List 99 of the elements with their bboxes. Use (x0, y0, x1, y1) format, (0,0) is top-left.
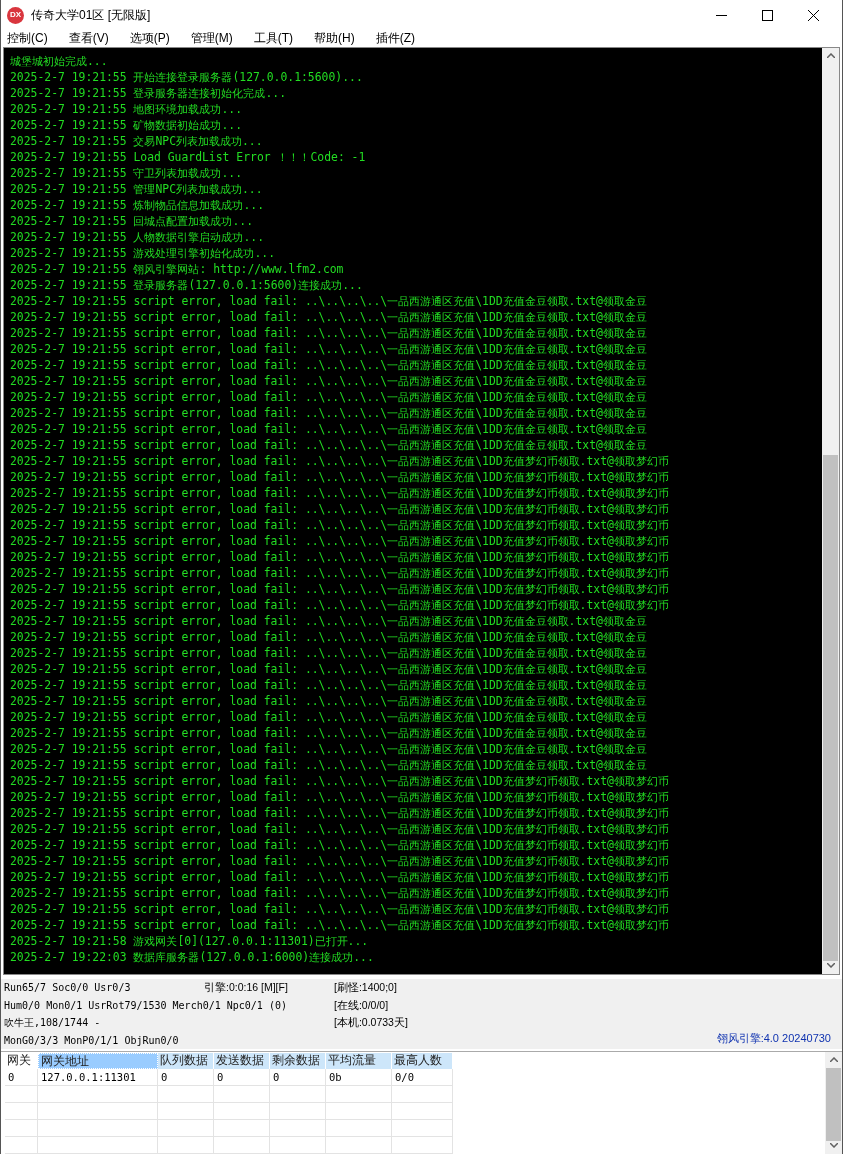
log-line: 2025-2-7 19:21:55 script error, load fail: ..\..\..\..\一品西游通区充值\1DD充值金豆领取.txt@领取金豆 (10, 645, 648, 661)
log-line: 2025-2-7 19:21:55 人物数据引擎启动成功... (10, 229, 265, 245)
log-line: 2025-2-7 19:21:55 炼制物品信息加载成功... (10, 197, 265, 213)
status-text: MonG0/3/3 MonP0/1/1 ObjRun0/0 (4, 1033, 180, 1048)
scroll-thumb[interactable] (826, 1068, 841, 1141)
log-line: 2025-2-7 19:21:55 script error, load fail: ..\..\..\..\一品西游通区充值\1DD充值梦幻币领取.txt@领取梦幻币 (10, 917, 670, 933)
table-cell: 0b (326, 1069, 392, 1085)
log-line: 2025-2-7 19:21:55 script error, load fail: ..\..\..\..\一品西游通区充值\1DD充值金豆领取.txt@领取金豆 (10, 661, 648, 677)
log-line: 2025-2-7 19:21:55 script error, load fail: ..\..\..\..\一品西游通区充值\1DD充值金豆领取.txt@领取金豆 (10, 693, 648, 709)
window-title: 传奇大学01区 [无限版] (31, 7, 151, 24)
log-line: 2025-2-7 19:21:55 script error, load fail: ..\..\..\..\一品西游通区充值\1DD充值金豆领取.txt@领取金豆 (10, 405, 648, 421)
app-icon: DX (7, 6, 24, 24)
log-line: 2025-2-7 19:21:55 游戏处理引擎初始化成功... (10, 245, 276, 261)
table-cell: 0 (214, 1069, 270, 1085)
log-line: 2025-2-7 19:21:55 script error, load fail: ..\..\..\..\一品西游通区充值\1DD充值金豆领取.txt@领取金豆 (10, 389, 648, 405)
column-header[interactable]: 网关地址 (38, 1053, 158, 1069)
log-line: 2025-2-7 19:21:55 守卫列表加载成功... (10, 165, 243, 181)
minimize-icon (715, 14, 727, 16)
column-header[interactable]: 队列数据 (158, 1053, 214, 1069)
log-line: 2025-2-7 19:21:55 script error, load fail: ..\..\..\..\一品西游通区充值\1DD充值金豆领取.txt@领取金豆 (10, 677, 648, 693)
log-line: 2025-2-7 19:22:03 数据库服务器(127.0.0.1:6000)连接成功... (10, 949, 375, 965)
menu-item[interactable]: 工具(T) (249, 29, 297, 47)
status-text: 引擎:0:0:16 [M][F] (204, 980, 289, 996)
menu-item[interactable]: 帮助(H) (310, 29, 359, 47)
log-line: 2025-2-7 19:21:55 script error, load fail: ..\..\..\..\一品西游通区充值\1DD充值梦幻币领取.txt@领取梦幻币 (10, 453, 670, 469)
table-cell: 0 (270, 1069, 326, 1085)
log-line: 2025-2-7 19:21:55 矿物数据初始成功... (10, 117, 243, 133)
maximize-icon (761, 9, 773, 21)
log-line: 2025-2-7 19:21:55 script error, load fail: ..\..\..\..\一品西游通区充值\1DD充值梦幻币领取.txt@领取梦幻币 (10, 821, 670, 837)
scroll-down-icon[interactable] (829, 1143, 838, 1148)
log-line: 2025-2-7 19:21:55 script error, load fail: ..\..\..\..\一品西游通区充值\1DD充值梦幻币领取.txt@领取梦幻币 (10, 501, 670, 517)
column-header[interactable]: 最高人数 (392, 1053, 453, 1069)
log-line: 2025-2-7 19:21:55 script error, load fail: ..\..\..\..\一品西游通区充值\1DD充值金豆领取.txt@领取金豆 (10, 421, 648, 437)
version-label: 翎风引擎:4.0 20240730 (716, 1031, 832, 1046)
log-line: 2025-2-7 19:21:55 script error, load fail: ..\..\..\..\一品西游通区充值\1DD充值梦幻币领取.txt@领取梦幻币 (10, 901, 670, 917)
scrollbar[interactable] (825, 1052, 842, 1154)
log-line: 2025-2-7 19:21:55 script error, load fail: ..\..\..\..\一品西游通区充值\1DD充值金豆领取.txt@领取金豆 (10, 725, 648, 741)
log-line: 2025-2-7 19:21:55 地图环境加载成功... (10, 101, 243, 117)
log-line: 2025-2-7 19:21:55 script error, load fail: ..\..\..\..\一品西游通区充值\1DD充值金豆领取.txt@领取金豆 (10, 437, 648, 453)
log-line: 2025-2-7 19:21:55 管理NPC列表加载成功... (10, 181, 264, 197)
column-header[interactable]: 剩余数据 (270, 1053, 326, 1069)
scroll-thumb[interactable] (823, 455, 838, 962)
log-line: 2025-2-7 19:21:55 script error, load fail: ..\..\..\..\一品西游通区充值\1DD充值梦幻币领取.txt@领取梦幻币 (10, 789, 670, 805)
log-line: 2025-2-7 19:21:55 script error, load fail: ..\..\..\..\一品西游通区充值\1DD充值金豆领取.txt@领取金豆 (10, 373, 648, 389)
log-line: 2025-2-7 19:21:55 script error, load fail: ..\..\..\..\一品西游通区充值\1DD充值梦幻币领取.txt@领取梦幻币 (10, 805, 670, 821)
log-line: 2025-2-7 19:21:55 script error, load fail: ..\..\..\..\一品西游通区充值\1DD充值金豆领取.txt@领取金豆 (10, 709, 648, 725)
status-text: Run65/7 Soc0/0 Usr0/3 (4, 981, 132, 996)
log-line: 2025-2-7 19:21:55 script error, load fail: ..\..\..\..\一品西游通区充值\1DD充值金豆领取.txt@领取金豆 (10, 309, 648, 325)
log-line: 2025-2-7 19:21:55 script error, load fail: ..\..\..\..\一品西游通区充值\1DD充值金豆领取.txt@领取金豆 (10, 757, 648, 773)
log-line: 2025-2-7 19:21:55 script error, load fail: ..\..\..\..\一品西游通区充值\1DD充值金豆领取.txt@领取金豆 (10, 293, 648, 309)
scroll-up-icon[interactable] (826, 53, 835, 58)
status-text: [在线:0/0/0] (334, 997, 390, 1013)
table-cell: 0 (158, 1069, 214, 1085)
menu-item[interactable]: 管理(M) (186, 29, 237, 47)
table-cell: 0 (5, 1069, 38, 1085)
menu-item[interactable]: 选项(P) (125, 29, 174, 47)
log-line: 2025-2-7 19:21:55 script error, load fail: ..\..\..\..\一品西游通区充值\1DD充值梦幻币领取.txt@领取梦幻币 (10, 773, 670, 789)
status-text: [刷怪:1400;0] (334, 980, 398, 996)
menu-item[interactable]: 插件(Z) (371, 29, 419, 47)
column-header[interactable]: 发送数据 (214, 1053, 270, 1069)
log-line: 2025-2-7 19:21:55 script error, load fail: ..\..\..\..\一品西游通区充值\1DD充值梦幻币领取.txt@领取梦幻币 (10, 517, 670, 533)
menu-item[interactable]: 控制(C) (3, 29, 52, 47)
status-text: 吹牛王,108/1744 - (4, 1016, 102, 1031)
log-line: 2025-2-7 19:21:55 script error, load fail: ..\..\..\..\一品西游通区充值\1DD充值梦幻币领取.txt@领取梦幻币 (10, 885, 670, 901)
log-line: 2025-2-7 19:21:55 script error, load fail: ..\..\..\..\一品西游通区充值\1DD充值金豆领取.txt@领取金豆 (10, 741, 648, 757)
log-line: 2025-2-7 19:21:55 script error, load fail: ..\..\..\..\一品西游通区充值\1DD充值梦幻币领取.txt@领取梦幻币 (10, 837, 670, 853)
log-line: 2025-2-7 19:21:55 script error, load fail: ..\..\..\..\一品西游通区充值\1DD充值梦幻币领取.txt@领取梦幻币 (10, 581, 670, 597)
table-cell: 0/0 (392, 1069, 453, 1085)
log-line: 2025-2-7 19:21:55 开始连接登录服务器(127.0.0.1:5600)... (10, 69, 364, 85)
log-line: 2025-2-7 19:21:58 游戏网关[0](127.0.0.1:11301)已打开... (10, 933, 370, 949)
log-line: 2025-2-7 19:21:55 script error, load fail: ..\..\..\..\一品西游通区充值\1DD充值梦幻币领取.txt@领取梦幻币 (10, 469, 670, 485)
scroll-down-icon[interactable] (826, 963, 835, 969)
log-line: 2025-2-7 19:21:55 script error, load fail: ..\..\..\..\一品西游通区充值\1DD充值梦幻币领取.txt@领取梦幻币 (10, 597, 670, 613)
log-line: 2025-2-7 19:21:55 script error, load fail: ..\..\..\..\一品西游通区充值\1DD充值金豆领取.txt@领取金豆 (10, 341, 648, 357)
log-line: 2025-2-7 19:21:55 script error, load fail: ..\..\..\..\一品西游通区充值\1DD充值金豆领取.txt@领取金豆 (10, 629, 648, 645)
status-text: Hum0/0 Mon0/1 UsrRot79/1530 Merch0/1 Npc0/1 (0) (4, 998, 288, 1013)
log-line: 2025-2-7 19:21:55 交易NPC列表加载成功... (10, 133, 264, 149)
log-line: 2025-2-7 19:21:55 script error, load fail: ..\..\..\..\一品西游通区充值\1DD充值金豆领取.txt@领取金豆 (10, 325, 648, 341)
log-line: 2025-2-7 19:21:55 script error, load fail: ..\..\..\..\一品西游通区充值\1DD充值金豆领取.txt@领取金豆 (10, 357, 648, 373)
log-line: 2025-2-7 19:21:55 翎风引擎网站: http://www.lfm2.com (10, 261, 345, 277)
log-line: 2025-2-7 19:21:55 script error, load fail: ..\..\..\..\一品西游通区充值\1DD充值梦幻币领取.txt@领取梦幻币 (10, 549, 670, 565)
log-line: 2025-2-7 19:21:55 script error, load fail: ..\..\..\..\一品西游通区充值\1DD充值梦幻币领取.txt@领取梦幻币 (10, 533, 670, 549)
scroll-up-icon[interactable] (829, 1057, 838, 1062)
log-line: 2025-2-7 19:21:55 script error, load fail: ..\..\..\..\一品西游通区充值\1DD充值梦幻币领取.txt@领取梦幻币 (10, 853, 670, 869)
log-line: 2025-2-7 19:21:55 登录服务器(127.0.0.1:5600)连接成功... (10, 277, 364, 293)
scrollbar[interactable] (822, 48, 839, 975)
status-text: [本机:0.0733天] (334, 1015, 409, 1031)
table-cell: 127.0.0.1:11301 (38, 1069, 158, 1085)
log-line: 2025-2-7 19:21:55 script error, load fail: ..\..\..\..\一品西游通区充值\1DD充值梦幻币领取.txt@领取梦幻币 (10, 485, 670, 501)
column-header[interactable]: 平均流量 (326, 1053, 392, 1069)
log-line: 2025-2-7 19:21:55 回城点配置加载成功... (10, 213, 254, 229)
log-line: 2025-2-7 19:21:55 script error, load fail: ..\..\..\..\一品西游通区充值\1DD充值梦幻币领取.txt@领取梦幻币 (10, 869, 670, 885)
menu-item[interactable]: 查看(V) (64, 29, 113, 47)
log-line: 2025-2-7 19:21:55 登录服务器连接初始化完成... (10, 85, 287, 101)
close-icon (807, 9, 819, 21)
log-line: 2025-2-7 19:21:55 Load GuardList Error ！！！Code: -1 (10, 149, 367, 165)
log-line: 2025-2-7 19:21:55 script error, load fail: ..\..\..\..\一品西游通区充值\1DD充值梦幻币领取.txt@领取梦幻币 (10, 565, 670, 581)
log-line: 2025-2-7 19:21:55 script error, load fail: ..\..\..\..\一品西游通区充值\1DD充值金豆领取.txt@领取金豆 (10, 613, 648, 629)
log-line: 城堡城初始完成... (10, 53, 109, 69)
